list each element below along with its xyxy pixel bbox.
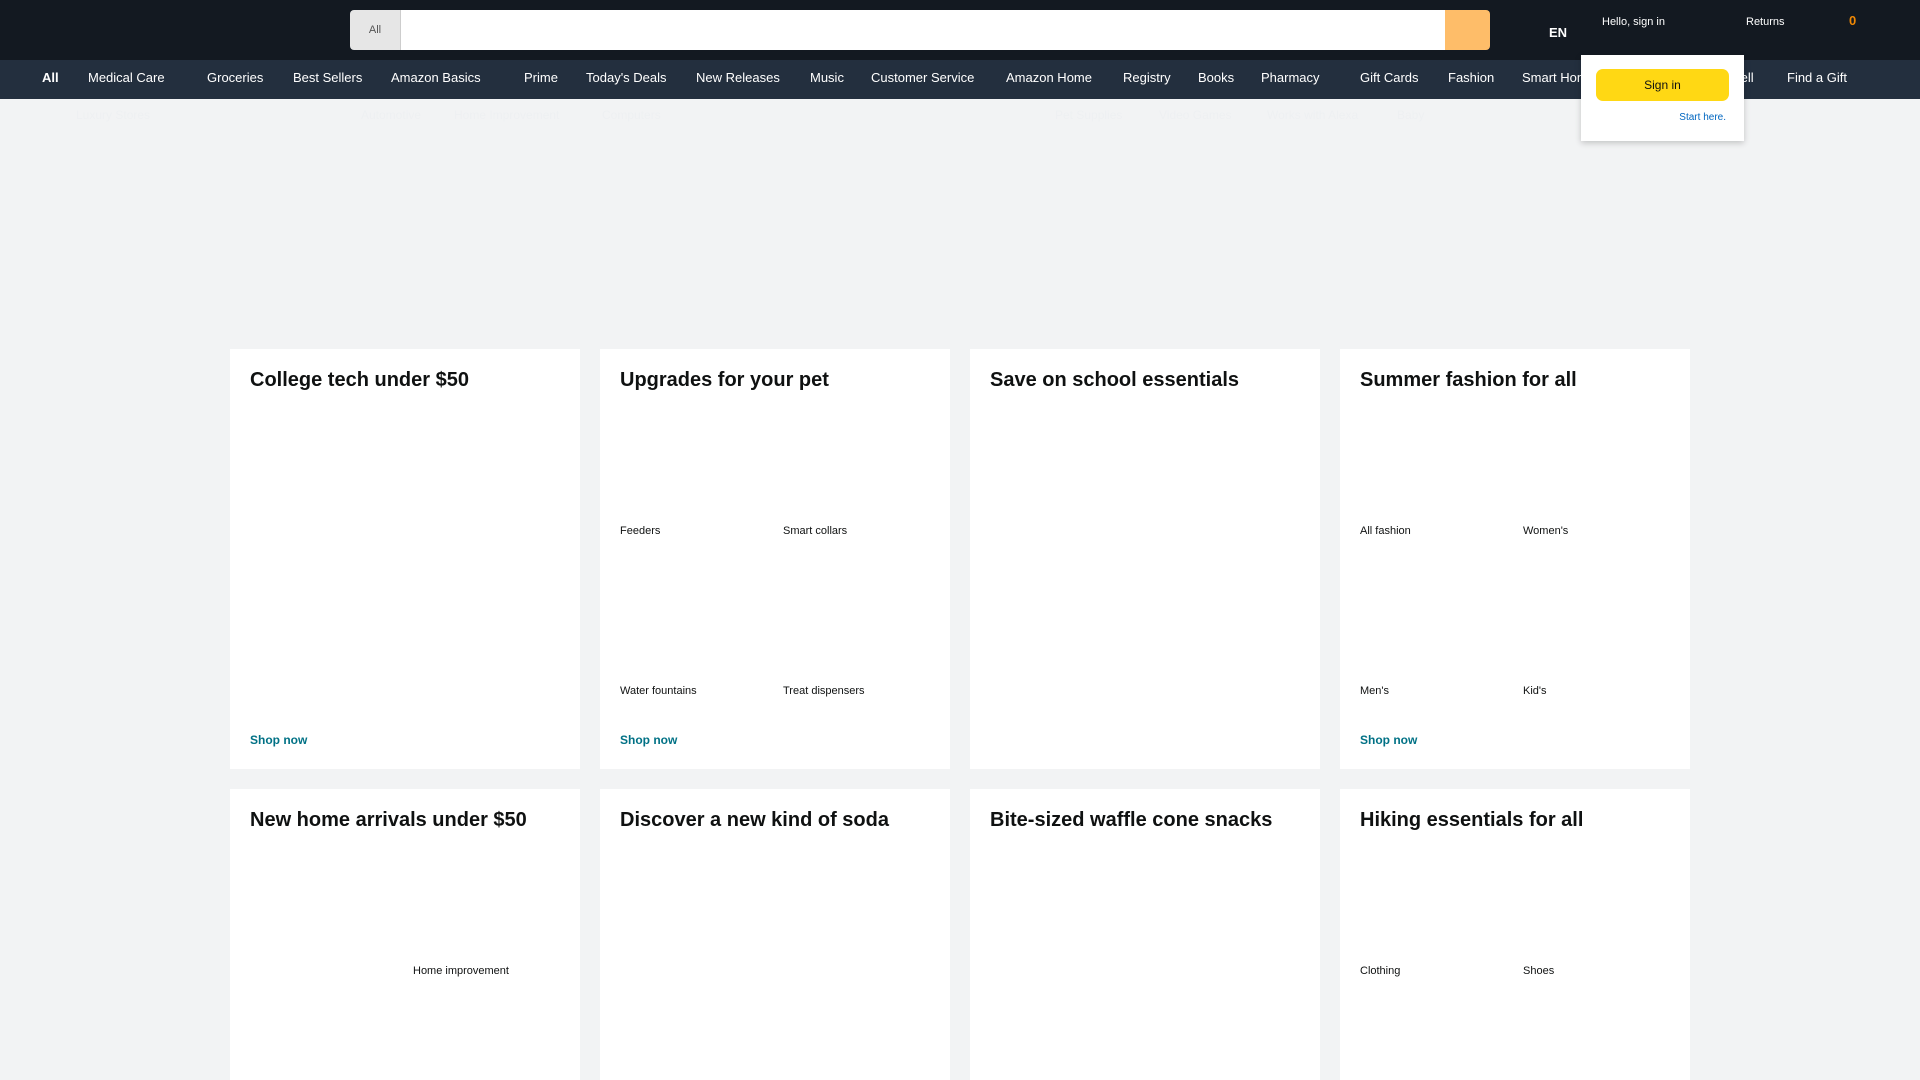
shop-now-link[interactable]: Shop now <box>250 733 307 747</box>
subnav-baby[interactable]: Baby <box>1397 108 1424 122</box>
nav-item-amazon-home[interactable]: Amazon Home <box>1006 70 1092 85</box>
kids-link[interactable]: Kid's <box>1523 685 1547 697</box>
card-title: Bite-sized waffle cone snacks <box>990 809 1273 831</box>
nav-item-all[interactable]: All <box>42 70 59 85</box>
nav-item-amazon-basics[interactable]: Amazon Basics <box>391 70 481 85</box>
nav-item-books[interactable]: Books <box>1198 70 1234 85</box>
search-bar: All <box>350 10 1490 50</box>
nav-item-medical-care[interactable]: Medical Care <box>88 70 165 85</box>
subnav-automotive[interactable]: Automotive <box>361 108 421 122</box>
start-here-link[interactable]: Start here. <box>1679 112 1726 123</box>
card-summer-fashion: Summer fashion for all All fashion Women… <box>1340 349 1690 769</box>
cart-button[interactable]: 0 <box>1840 8 1894 48</box>
shoes-link[interactable]: Shoes <box>1523 965 1554 977</box>
mens-link[interactable]: Men's <box>1360 685 1389 697</box>
search-input[interactable] <box>401 10 1445 50</box>
subnav-home-improvement[interactable]: Home Improvement <box>454 108 559 122</box>
shop-now-link[interactable]: Shop now <box>1360 733 1417 747</box>
treat-dispensers-link[interactable]: Treat dispensers <box>783 685 865 697</box>
nav-item-best-sellers[interactable]: Best Sellers <box>293 70 362 85</box>
nav-item-prime[interactable]: Prime <box>524 70 558 85</box>
womens-link[interactable]: Women's <box>1523 525 1568 537</box>
cart-count: 0 <box>1849 13 1857 28</box>
search-category-dropdown[interactable]: All <box>350 10 401 50</box>
water-fountains-link[interactable]: Water fountains <box>620 685 697 697</box>
feeders-link[interactable]: Feeders <box>620 525 660 537</box>
card-title: College tech under $50 <box>250 369 469 391</box>
nav-item-groceries[interactable]: Groceries <box>207 70 263 85</box>
home-improvement-link[interactable]: Home improvement <box>413 965 509 977</box>
card-new-soda: Discover a new kind of soda <box>600 789 950 1080</box>
nav-item-pharmacy[interactable]: Pharmacy <box>1261 70 1320 85</box>
subnav-video-games[interactable]: Video Games <box>1159 108 1232 122</box>
card-title: Discover a new kind of soda <box>620 809 889 831</box>
sign-in-flyout: Sign in Start here. <box>1581 55 1744 141</box>
nav-item-registry[interactable]: Registry <box>1123 70 1171 85</box>
card-pet-upgrades: Upgrades for your pet Feeders Smart coll… <box>600 349 950 769</box>
returns-link[interactable]: Returns <box>1746 16 1785 28</box>
shop-now-link[interactable]: Shop now <box>620 733 677 747</box>
top-header: All EN Hello, sign in Returns 0 <box>0 0 1920 60</box>
search-button[interactable] <box>1445 10 1490 50</box>
nav-item-todays-deals[interactable]: Today's Deals <box>586 70 667 85</box>
subnav-computers[interactable]: Computers <box>602 108 661 122</box>
subnav-pet-supplies[interactable]: Pet Supplies <box>1055 108 1122 122</box>
smart-collars-link[interactable]: Smart collars <box>783 525 847 537</box>
card-school-essentials: Save on school essentials <box>970 349 1320 769</box>
nav-item-fashion[interactable]: Fashion <box>1448 70 1494 85</box>
nav-item-new-releases[interactable]: New Releases <box>696 70 780 85</box>
card-college-tech: College tech under $50 Shop now <box>230 349 580 769</box>
account-greeting[interactable]: Hello, sign in <box>1602 16 1665 28</box>
all-fashion-link[interactable]: All fashion <box>1360 525 1411 537</box>
card-title: Save on school essentials <box>990 369 1239 391</box>
clothing-link[interactable]: Clothing <box>1360 965 1400 977</box>
card-new-home-arrivals: New home arrivals under $50 Home improve… <box>230 789 580 1080</box>
language-selector[interactable]: EN <box>1549 25 1567 40</box>
card-title: Upgrades for your pet <box>620 369 829 391</box>
card-hiking-essentials: Hiking essentials for all Clothing Shoes <box>1340 789 1690 1080</box>
sign-in-button[interactable]: Sign in <box>1596 69 1729 101</box>
subnav-luxury-stores[interactable]: Luxury Stores <box>76 108 150 122</box>
card-waffle-cone-snacks: Bite-sized waffle cone snacks <box>970 789 1320 1080</box>
nav-item-customer-service[interactable]: Customer Service <box>871 70 974 85</box>
card-title: Summer fashion for all <box>1360 369 1577 391</box>
subnav-works-with-alexa[interactable]: Works with Alexa <box>1267 108 1358 122</box>
card-title: New home arrivals under $50 <box>250 809 527 831</box>
nav-item-gift-cards[interactable]: Gift Cards <box>1360 70 1419 85</box>
nav-item-music[interactable]: Music <box>810 70 844 85</box>
card-title: Hiking essentials for all <box>1360 809 1584 831</box>
nav-item-find-a-gift[interactable]: Find a Gift <box>1787 70 1847 85</box>
